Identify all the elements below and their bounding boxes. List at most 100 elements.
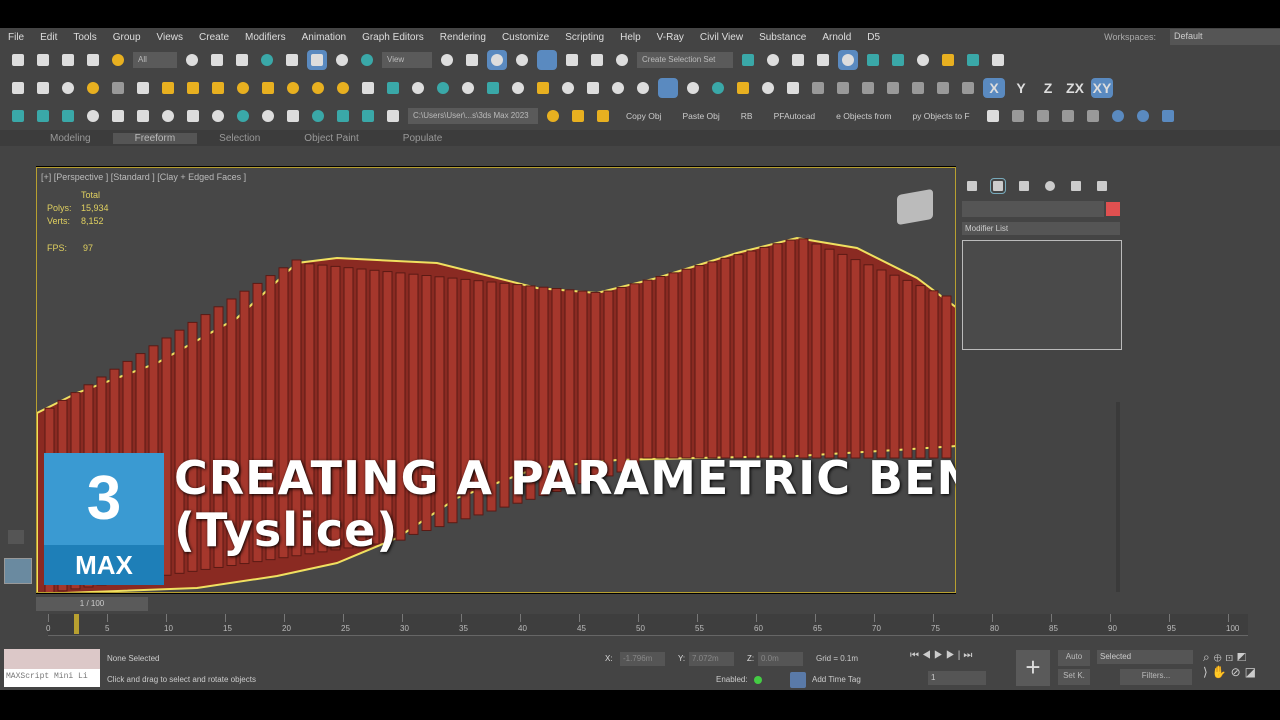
panel-icon[interactable] xyxy=(308,106,328,126)
plus-icon[interactable] xyxy=(833,78,853,98)
keyboard-shortcut-icon[interactable] xyxy=(487,50,507,70)
dim4-icon[interactable] xyxy=(1083,106,1103,126)
help-icon[interactable] xyxy=(783,78,803,98)
dsa-icon[interactable] xyxy=(1108,106,1128,126)
menu-edit[interactable]: Edit xyxy=(32,32,65,43)
maxscript-mini-listener[interactable]: MAXScript Mini Li xyxy=(4,669,100,687)
geosphere-icon[interactable] xyxy=(233,78,253,98)
enabled-indicator-icon[interactable] xyxy=(754,676,762,684)
notes-icon[interactable] xyxy=(758,78,778,98)
menu-rendering[interactable]: Rendering xyxy=(432,32,494,43)
umbrella-icon[interactable] xyxy=(158,78,178,98)
folder-gear-icon[interactable] xyxy=(543,106,563,126)
axis-constraint-xy[interactable]: XY xyxy=(1091,78,1113,98)
redo-icon[interactable] xyxy=(33,50,53,70)
axis-constraint-zx[interactable]: ZX xyxy=(1064,78,1086,98)
timeline-track[interactable]: 0 5 10 15 20 25 30 35 40 45 50 55 60 65 70 75 80 85 90 95 10… xyxy=(0,614,1280,642)
ribbon-tab-modeling[interactable]: Modeling xyxy=(28,133,113,144)
proxy-icon[interactable] xyxy=(433,78,453,98)
teapot-icon[interactable] xyxy=(8,78,28,98)
x-coordinate[interactable]: -1.796m xyxy=(620,652,665,666)
angle-snap-icon[interactable] xyxy=(537,50,557,70)
palette-2-icon[interactable] xyxy=(258,106,278,126)
playback-controls[interactable]: ⏮◀▶▶|⏭ xyxy=(910,650,975,661)
curve-editor-icon[interactable] xyxy=(863,50,883,70)
color-dots-icon[interactable] xyxy=(533,78,553,98)
menu-d5[interactable]: D5 xyxy=(859,32,888,43)
rotate-icon[interactable] xyxy=(307,50,327,70)
mirror-icon[interactable] xyxy=(738,50,758,70)
align-icon[interactable] xyxy=(763,50,783,70)
select-object-icon[interactable] xyxy=(182,50,202,70)
play-panel-icon[interactable] xyxy=(333,106,353,126)
bind-space-warp-icon[interactable] xyxy=(108,50,128,70)
dim1-icon[interactable] xyxy=(1008,106,1028,126)
sphere-shade-icon[interactable] xyxy=(383,78,403,98)
display-icon[interactable] xyxy=(233,106,253,126)
viewcube[interactable] xyxy=(897,188,933,226)
modifier-stack[interactable] xyxy=(962,240,1122,350)
sparkle-icon[interactable] xyxy=(333,78,353,98)
workspaces[interactable]: Workspaces: Default xyxy=(1096,28,1280,46)
menu-modifiers[interactable]: Modifiers xyxy=(237,32,294,43)
rect-selection-icon[interactable] xyxy=(232,50,252,70)
box-icon[interactable] xyxy=(58,78,78,98)
tab-create-icon[interactable] xyxy=(964,178,980,194)
dot2-icon[interactable] xyxy=(883,78,903,98)
named-selection-set[interactable]: Create Selection Set xyxy=(637,52,733,68)
panel-scrollbar[interactable] xyxy=(1116,402,1120,592)
axis-constraint-z[interactable]: Z xyxy=(1037,78,1059,98)
add-time-tag[interactable]: Add Time Tag xyxy=(812,675,861,684)
toggle-ribbon-icon[interactable] xyxy=(838,50,858,70)
flower-icon[interactable] xyxy=(1158,106,1178,126)
tab-utilities-icon[interactable] xyxy=(1094,178,1110,194)
mushroom-icon[interactable] xyxy=(258,78,278,98)
cube-icon[interactable] xyxy=(358,78,378,98)
menu-group[interactable]: Group xyxy=(105,32,149,43)
rendered-frame-icon[interactable] xyxy=(963,50,983,70)
spinner-snap-icon[interactable] xyxy=(587,50,607,70)
time-tag-icon[interactable] xyxy=(790,672,806,688)
objects-to-button[interactable]: py Objects to F xyxy=(904,111,977,121)
history-icon[interactable] xyxy=(708,78,728,98)
folder-r-icon[interactable] xyxy=(593,106,613,126)
move-icon[interactable] xyxy=(282,50,302,70)
link-icon[interactable] xyxy=(58,50,78,70)
window-crossing-icon[interactable] xyxy=(257,50,277,70)
pivot-icon[interactable] xyxy=(437,50,457,70)
menu-customize[interactable]: Customize xyxy=(494,32,557,43)
reload-icon[interactable] xyxy=(583,78,603,98)
manipulate-icon[interactable] xyxy=(462,50,482,70)
menu-create[interactable]: Create xyxy=(191,32,237,43)
grid-panel-icon[interactable] xyxy=(358,106,378,126)
menu-file[interactable]: File xyxy=(0,32,32,43)
filters-button[interactable]: Filters... xyxy=(1120,669,1192,685)
schematic-view-icon[interactable] xyxy=(888,50,908,70)
y-coordinate[interactable]: 7.072m xyxy=(689,652,734,666)
reference-coord-select[interactable]: View xyxy=(382,52,432,68)
unlink-icon[interactable] xyxy=(83,50,103,70)
percent-snap-icon[interactable] xyxy=(562,50,582,70)
dim2-icon[interactable] xyxy=(1033,106,1053,126)
current-frame-field[interactable]: 1 xyxy=(928,671,986,685)
edit-named-sets-icon[interactable] xyxy=(612,50,632,70)
save-scene-icon[interactable] xyxy=(658,78,678,98)
light-icon[interactable] xyxy=(83,78,103,98)
selection-filter[interactable]: All xyxy=(133,52,177,68)
z-coordinate[interactable]: 0.0m xyxy=(758,652,803,666)
dot1-icon[interactable] xyxy=(858,78,878,98)
camera-icon[interactable] xyxy=(108,78,128,98)
axis-constraint-y[interactable]: Y xyxy=(1010,78,1032,98)
object-name-field[interactable] xyxy=(962,201,1104,217)
video-camera-icon[interactable] xyxy=(133,78,153,98)
auto-key-button[interactable]: Auto xyxy=(1058,650,1090,666)
place-icon[interactable] xyxy=(357,50,377,70)
render-setup-icon[interactable] xyxy=(938,50,958,70)
menu-animation[interactable]: Animation xyxy=(294,32,354,43)
paste-obj-button[interactable]: Paste Obj xyxy=(674,111,727,121)
palette-icon[interactable] xyxy=(558,78,578,98)
menu-v-ray[interactable]: V-Ray xyxy=(649,32,692,43)
ribbon-tab-selection[interactable]: Selection xyxy=(197,133,282,144)
workspaces-select[interactable]: Default xyxy=(1170,29,1280,45)
counter-icon[interactable] xyxy=(683,78,703,98)
